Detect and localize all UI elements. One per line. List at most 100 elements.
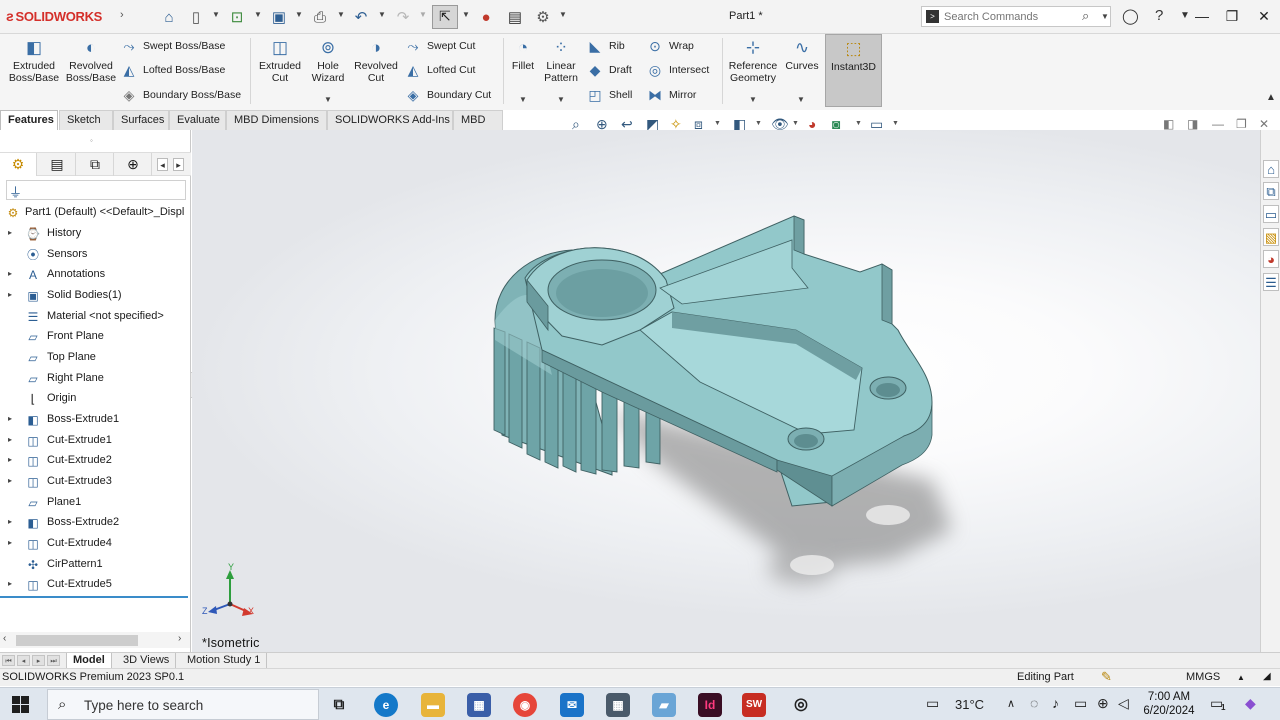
- boundary-cut-button[interactable]: ◈ Boundary Cut: [404, 84, 492, 106]
- options-dropdown-icon[interactable]: ▼: [559, 10, 567, 19]
- expand-arrow-icon[interactable]: ▸: [8, 435, 12, 444]
- fillet-dropdown-icon[interactable]: ▼: [519, 95, 527, 104]
- wrap-button[interactable]: ⊙ Wrap: [646, 35, 694, 57]
- view-orientation-dropdown-icon[interactable]: ▼: [714, 120, 721, 127]
- tree-item-top-plane[interactable]: ▱ Top Plane: [0, 348, 190, 368]
- expand-arrow-icon[interactable]: ▸: [8, 455, 12, 464]
- tree-item-sensors[interactable]: ⦿ Sensors: [0, 245, 190, 265]
- tab-solidworks-add-ins[interactable]: SOLIDWORKS Add-Ins: [327, 110, 453, 130]
- viewport-minimize-icon[interactable]: —: [1212, 117, 1224, 131]
- tree-item-boss-extrude1[interactable]: ▸ ◧ Boss-Extrude1: [0, 410, 190, 430]
- network-globe-icon[interactable]: ⊕: [1097, 695, 1109, 712]
- volume-icon[interactable]: ◁: [1118, 695, 1129, 712]
- file-explorer-icon[interactable]: ▭: [1263, 205, 1279, 223]
- hide-show-dropdown-icon[interactable]: ▼: [792, 120, 799, 127]
- microphone-icon[interactable]: ♪: [1052, 695, 1059, 711]
- dimxpert-manager-tab-icon[interactable]: ⊕: [115, 153, 152, 176]
- lofted-boss-base-button[interactable]: ◭ Lofted Boss/Base: [120, 59, 226, 81]
- user-account-icon[interactable]: ◯: [1122, 7, 1139, 25]
- weather-icon[interactable]: ▭: [926, 695, 939, 712]
- solidworks-resources-icon[interactable]: ⌂: [1263, 160, 1279, 178]
- revolved-boss-base-button[interactable]: ◐ Revolved Boss/Base: [64, 38, 118, 84]
- tile-right-icon[interactable]: ◨: [1187, 117, 1198, 131]
- tab-model[interactable]: Model: [66, 653, 112, 668]
- tree-root-part[interactable]: ⚙ Part1 (Default) <<Default>_Displ: [0, 203, 190, 223]
- prev-tab-icon[interactable]: ◂: [17, 655, 30, 666]
- tree-item-annotations[interactable]: ▸ A Annotations: [0, 265, 190, 285]
- fillet-button[interactable]: ◔ Fillet: [508, 38, 538, 72]
- expand-arrow-icon[interactable]: ▸: [8, 269, 12, 278]
- collapse-ribbon-icon[interactable]: ▲: [1266, 92, 1276, 103]
- restore-window-icon[interactable]: ❐: [1220, 6, 1244, 26]
- tree-item-boss-extrude2[interactable]: ▸ ◧ Boss-Extrude2: [0, 513, 190, 533]
- taskbar-search-box[interactable]: ⌕ Type here to search: [47, 689, 319, 720]
- tree-item-cut-extrude1[interactable]: ▸ ◫ Cut-Extrude1: [0, 431, 190, 451]
- hole-wizard-dropdown-icon[interactable]: ▼: [324, 95, 332, 104]
- new-dropdown-icon[interactable]: ▼: [212, 10, 220, 19]
- expand-arrow-icon[interactable]: ▸: [8, 579, 12, 588]
- extruded-cut-button[interactable]: ◫ Extruded Cut: [254, 38, 306, 84]
- meet-now-icon[interactable]: ◌: [1030, 695, 1038, 711]
- expand-arrow-icon[interactable]: ▸: [8, 476, 12, 485]
- expand-arrow-icon[interactable]: ▸: [8, 228, 12, 237]
- scroll-right-arrow-icon[interactable]: ›: [178, 633, 181, 644]
- indesign-icon[interactable]: Id: [698, 693, 722, 717]
- select-tool-button[interactable]: ⇱: [432, 5, 458, 29]
- linear-pattern-dropdown-icon[interactable]: ▼: [557, 95, 565, 104]
- reference-geometry-button[interactable]: ⊹ Reference Geometry: [726, 38, 780, 84]
- redo-dropdown-icon[interactable]: ▼: [419, 10, 427, 19]
- tree-filter-field[interactable]: ⏚: [6, 180, 186, 200]
- property-manager-tab-icon[interactable]: ▤: [39, 153, 76, 176]
- part-model-render[interactable]: Y X Z: [192, 130, 1260, 652]
- select-dropdown-icon[interactable]: ▼: [462, 10, 470, 19]
- edge-browser-icon[interactable]: e: [374, 693, 398, 717]
- revolved-cut-button[interactable]: ◑ Revolved Cut: [352, 38, 400, 84]
- view-settings-dropdown-icon[interactable]: ▼: [892, 120, 899, 127]
- file-properties-icon[interactable]: ▤: [504, 6, 526, 28]
- save-dropdown-icon[interactable]: ▼: [295, 10, 303, 19]
- home-icon[interactable]: ⌂: [158, 6, 180, 28]
- unit-system-dropdown-icon[interactable]: ▲: [1237, 673, 1245, 682]
- solidworks-taskbar-icon[interactable]: SW: [742, 693, 766, 717]
- show-hidden-icons-icon[interactable]: ∧: [1007, 697, 1015, 710]
- options-gear-icon[interactable]: ⚙: [532, 6, 554, 28]
- apply-scene-dropdown-icon[interactable]: ▼: [855, 120, 862, 127]
- expand-arrow-icon[interactable]: ▸: [8, 290, 12, 299]
- tree-item-right-plane[interactable]: ▱ Right Plane: [0, 369, 190, 389]
- print-icon[interactable]: ⎙: [309, 6, 331, 28]
- first-tab-icon[interactable]: ⏮: [2, 655, 15, 666]
- tab-sketch[interactable]: Sketch: [59, 110, 113, 130]
- tab-mbd[interactable]: MBD: [453, 110, 503, 130]
- tab-evaluate[interactable]: Evaluate: [169, 110, 226, 130]
- open-folder-icon[interactable]: ⊡: [226, 6, 248, 28]
- status-customize-icon[interactable]: ◢: [1263, 671, 1271, 682]
- new-document-icon[interactable]: ▯: [186, 6, 206, 28]
- undo-icon[interactable]: ↶: [350, 6, 372, 28]
- notes-app-icon[interactable]: ▰: [652, 693, 676, 717]
- draft-button[interactable]: ◆ Draft: [586, 59, 632, 81]
- redo-icon[interactable]: ↷: [392, 6, 414, 28]
- microsoft-store-icon[interactable]: ▦: [467, 693, 491, 717]
- taskbar-clock[interactable]: 7:00 AM 6/20/2024: [1138, 690, 1200, 718]
- tree-item-cirpattern1[interactable]: ✣ CirPattern1: [0, 555, 190, 575]
- help-icon[interactable]: ?: [1155, 7, 1163, 24]
- extruded-boss-base-button[interactable]: ◧ Extruded Boss/Base: [6, 38, 62, 84]
- view-palette-icon[interactable]: ▧: [1263, 228, 1279, 246]
- rib-button[interactable]: ◣ Rib: [586, 35, 625, 57]
- tab-3d-views[interactable]: 3D Views: [117, 653, 177, 668]
- expand-arrow-icon[interactable]: ▸: [8, 538, 12, 547]
- tree-item-plane1[interactable]: ▱ Plane1: [0, 493, 190, 513]
- search-icon[interactable]: ⌕: [1082, 8, 1089, 24]
- boundary-boss-base-button[interactable]: ◈ Boundary Boss/Base: [120, 84, 241, 106]
- unit-system-text[interactable]: MMGS: [1186, 671, 1220, 683]
- tab-scroll-right-icon[interactable]: ▸: [173, 158, 184, 171]
- appearances-icon[interactable]: ◕: [1263, 250, 1279, 268]
- copilot-icon[interactable]: ◆: [1245, 695, 1256, 712]
- tree-horizontal-scrollbar[interactable]: ‹ ›: [0, 632, 190, 648]
- menu-expand-arrow-icon[interactable]: ›: [120, 9, 124, 21]
- tree-item-cut-extrude5[interactable]: ▸ ◫ Cut-Extrude5: [0, 575, 190, 595]
- viewport-close-icon[interactable]: ✕: [1259, 117, 1269, 131]
- tree-item-origin[interactable]: ⌊ Origin: [0, 389, 190, 409]
- obs-studio-icon[interactable]: ◎: [789, 693, 813, 717]
- swept-cut-button[interactable]: ⤳ Swept Cut: [404, 35, 475, 57]
